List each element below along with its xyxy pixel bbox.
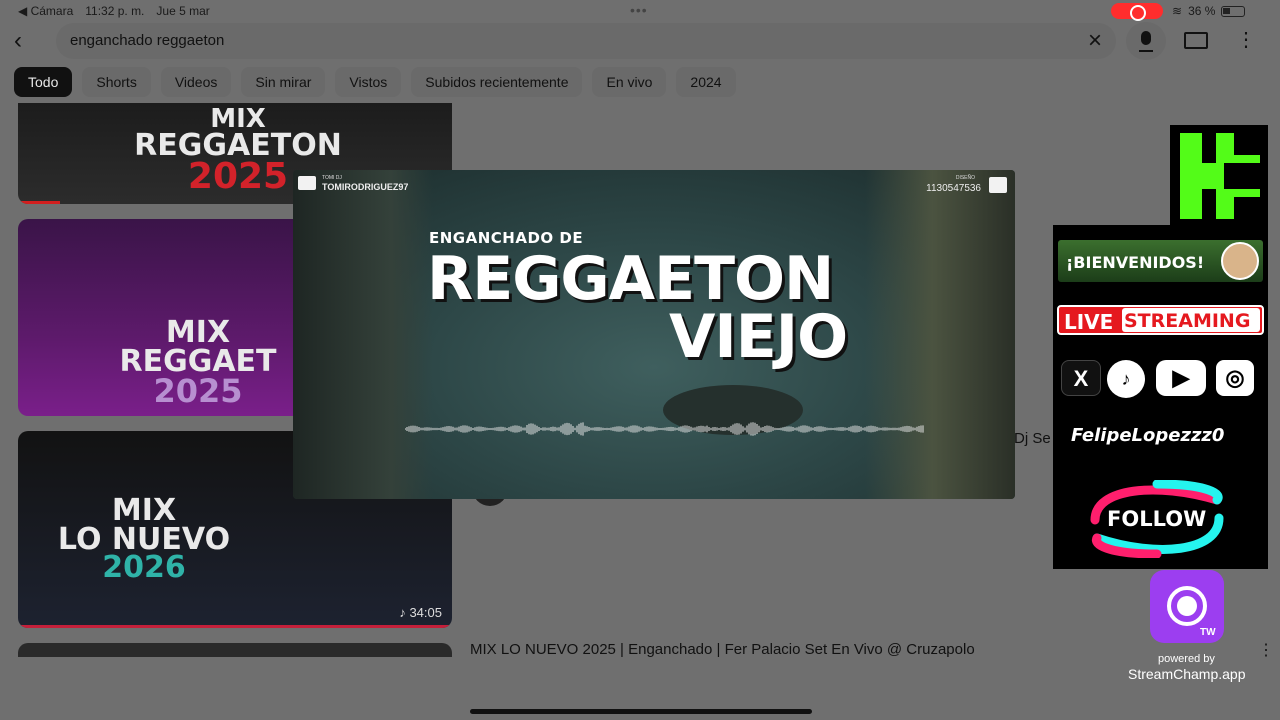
video-duration-value: 34:05 [409,605,442,620]
microphone-icon[interactable] [1126,22,1166,60]
instagram-icon: ◎ [1216,360,1254,396]
tiktok-icon: ♪ [1107,360,1145,398]
phone-icon [989,177,1007,193]
kick-logo-cut [1234,133,1260,155]
streamchamp-app-label: StreamChamp.app [1128,666,1246,682]
battery-icon [1221,5,1246,17]
chip-subidos-recientemente[interactable]: Subidos recientemente [411,67,583,97]
result-more-icon[interactable]: ⋮ [1258,640,1274,660]
video-duration: ♪ 34:05 [399,605,442,620]
streaming-label-box: STREAMING [1122,308,1260,332]
search-query[interactable]: enganchado reggaeton [70,32,224,49]
streamer-avatar [1221,242,1259,280]
status-date: Jue 5 mar [156,4,210,18]
thumbnail-2-line3: 2025 [153,372,243,410]
thumbnail-3-text: MIX LO NUEVO 2026 [24,496,264,585]
chip-sin-mirar[interactable]: Sin mirar [241,67,326,97]
watch-progress [18,625,452,628]
result-title-4[interactable]: MIX LO NUEVO 2025 | Enganchado | Fer Pal… [470,641,975,658]
battery-percent: 36 % [1188,4,1216,18]
filter-chips: Todo Shorts Videos Sin mirar Vistos Subi… [14,67,736,97]
stream-panel: ¡BIENVENIDOS! LIVE STREAMING X ♪ ▶ ◎ Fel… [1053,225,1268,569]
chip-2024[interactable]: 2024 [676,67,736,97]
multitask-dots-icon[interactable]: ••• [630,2,648,18]
kick-logo-cut [1234,197,1260,219]
twitter-handle: TOMIRODRIGUEZ97 [322,182,409,192]
thumbnail-2-text: MIX REGGAET 2025 [88,318,308,410]
chip-en-vivo[interactable]: En vivo [592,67,667,97]
x-icon: X [1061,360,1101,396]
twitter-icon [298,176,316,190]
more-options-icon[interactable]: ⋮ [1236,30,1256,50]
video-bg-rock-right [865,170,1015,499]
status-time: 11:32 p. m. [85,4,145,18]
follow-badge: FOLLOW [1087,479,1227,559]
home-indicator[interactable] [470,709,812,714]
status-bar: ◀ Cámara 11:32 p. m. Jue 5 mar ••• ≋ 36 … [0,0,1280,22]
twitch-tag: TW [1200,627,1216,638]
chip-shorts[interactable]: Shorts [82,67,151,97]
watch-progress [18,201,60,204]
audio-waveform [405,422,924,436]
streamer-handle: FelipeLopezzz0 [1071,425,1225,446]
chip-vistos[interactable]: Vistos [335,67,402,97]
screen-recording-icon[interactable] [1111,3,1163,21]
video-thumbnail-4[interactable] [18,643,452,657]
youtube-icon: ▶ [1156,360,1206,396]
video-title-line2: VIEJO [669,302,848,372]
phone-label: DISEÑO [955,175,975,181]
follow-text: FOLLOW [1107,507,1207,531]
kick-logo [1170,125,1268,225]
search-box[interactable]: enganchado reggaeton × [56,23,1116,59]
back-to-app[interactable]: ◀ Cámara [18,4,73,18]
cast-icon[interactable] [1184,32,1208,49]
streaming-label: STREAMING [1124,310,1251,332]
result-title-partial[interactable]: Dj Se [1014,430,1051,447]
live-streaming-badge: LIVE STREAMING [1057,305,1264,335]
thumbnail-3-line3: 2026 [102,550,186,585]
welcome-text: ¡BIENVENIDOS! [1066,253,1205,272]
phone-number: 1130547536 [926,183,981,194]
live-label: LIVE [1064,310,1114,334]
powered-by-label: powered by [1158,653,1215,665]
kick-logo-cut [1224,163,1260,189]
twitter-label: TOMI DJ [322,175,342,181]
wifi-icon: ≋ [1172,4,1183,18]
video-player-overlay[interactable]: TOMI DJ TOMIRODRIGUEZ97 DISEÑO 113054753… [293,170,1015,499]
back-arrow-icon[interactable]: ‹ [14,28,40,54]
video-bg-rock-left [293,170,433,499]
clear-search-icon[interactable]: × [1088,27,1102,55]
welcome-banner: ¡BIENVENIDOS! [1058,240,1263,282]
chip-videos[interactable]: Videos [160,67,232,97]
chip-todo[interactable]: Todo [14,67,73,97]
